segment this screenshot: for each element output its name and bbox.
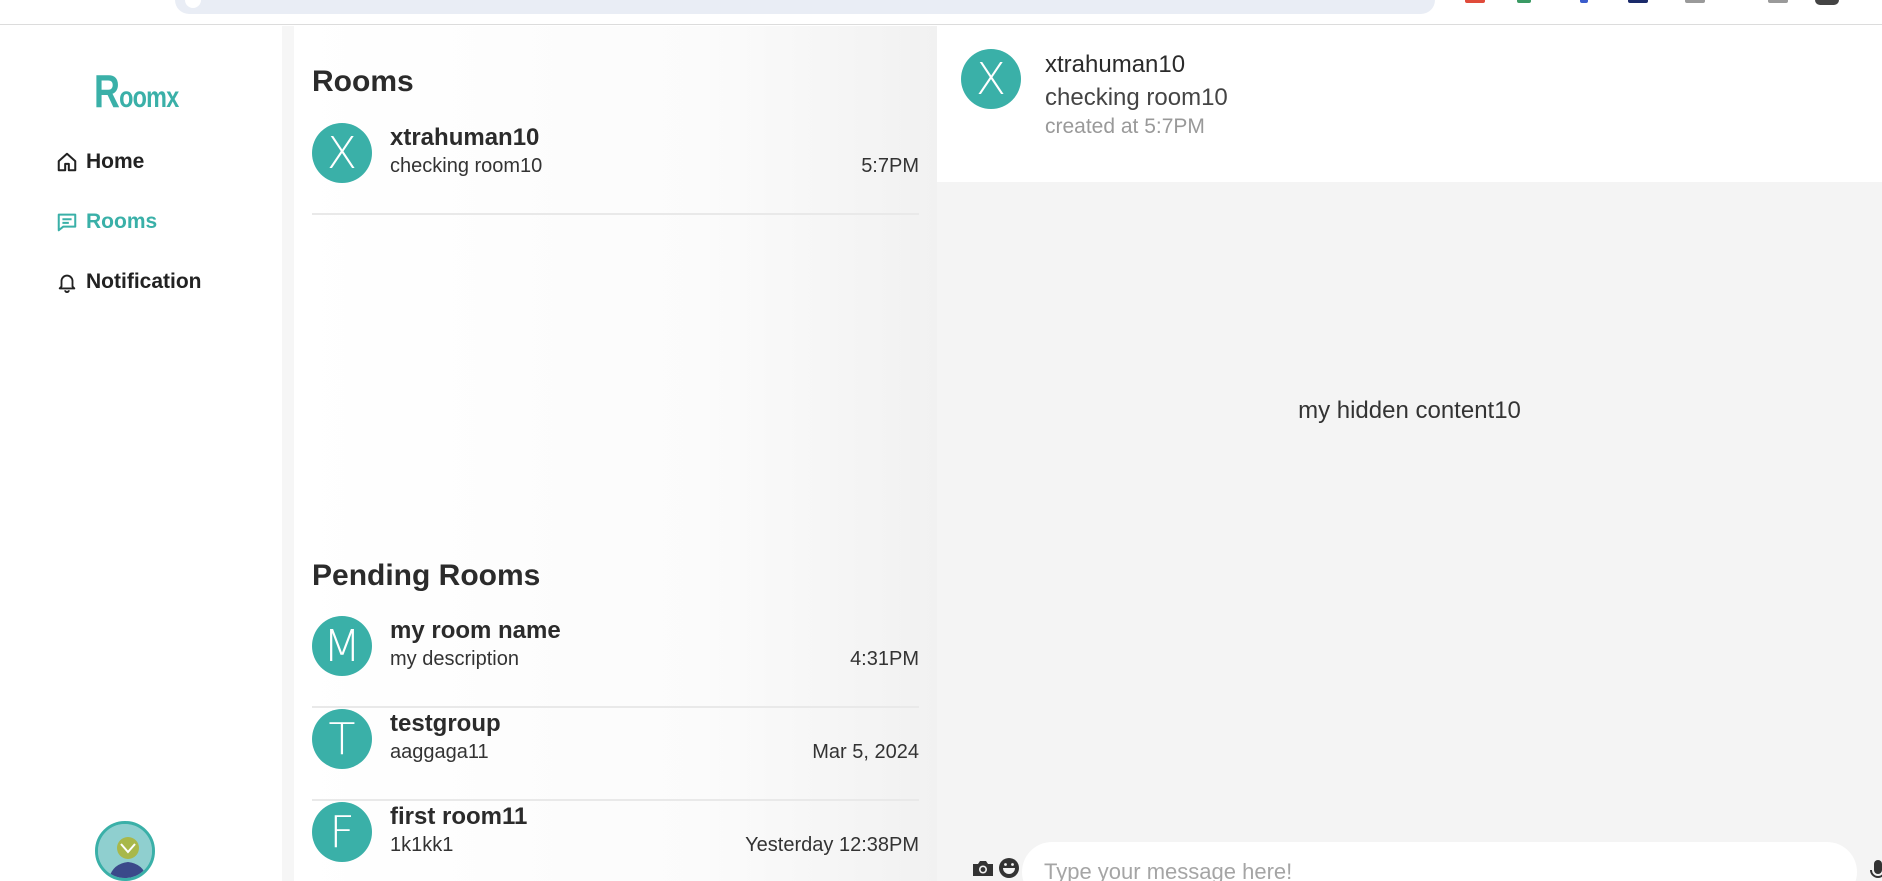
room-list-item[interactable]: X xtrahuman10 checking room10 5:7PM [312, 123, 919, 215]
chat-room-description: checking room10 [1045, 84, 1228, 111]
room-time: 5:7PM [861, 155, 919, 177]
camera-icon[interactable] [971, 856, 995, 880]
sidebar-item-label: Notification [86, 270, 202, 293]
extension-icon-green[interactable] [1517, 0, 1531, 3]
room-description: checking room10 [390, 155, 543, 177]
sidebar-item-rooms[interactable]: Rooms [56, 207, 157, 237]
pending-room-list-item[interactable]: F first room11 1k1kk1 Yesterday 12:38PM [312, 802, 919, 881]
sidebar-divider [282, 26, 294, 881]
sidebar-item-label: Rooms [86, 210, 158, 233]
logo-rest: oomx [119, 81, 179, 114]
microphone-icon[interactable] [1869, 858, 1882, 881]
chat-messages-area: my hidden content10 [937, 182, 1882, 806]
room-description: aaggaga11 [390, 741, 489, 763]
browser-toolbar [0, 0, 1882, 25]
chat-room-avatar: X [961, 49, 1021, 109]
extension-icon-gray[interactable] [1685, 0, 1705, 3]
extension-icon-blue[interactable] [1580, 0, 1588, 3]
room-avatar: M [312, 616, 372, 676]
room-time: Yesterday 12:38PM [745, 834, 919, 856]
chat-room-created-time: created at 5:7PM [1045, 115, 1205, 138]
site-info-icon[interactable] [185, 0, 201, 8]
pending-room-list-item[interactable]: T testgroup aaggaga11 Mar 5, 2024 [312, 709, 919, 801]
room-time: Mar 5, 2024 [812, 741, 919, 763]
composer-icons [971, 856, 1021, 880]
extension-icon-red[interactable] [1465, 0, 1485, 3]
address-bar[interactable] [175, 0, 1435, 14]
room-avatar: X [312, 123, 372, 183]
chat-room-title: xtrahuman10 [1045, 51, 1186, 78]
home-icon [57, 152, 77, 172]
message-input[interactable] [1022, 842, 1857, 881]
room-name: first room11 [390, 803, 528, 830]
room-name: testgroup [390, 710, 501, 737]
extension-icon-navy[interactable] [1628, 0, 1648, 3]
room-description: my description [390, 648, 519, 670]
app-logo[interactable]: Roomx [94, 64, 179, 118]
rooms-section-title: Rooms [312, 65, 414, 98]
bell-icon [58, 274, 76, 293]
pending-room-list-item[interactable]: M my room name my description 4:31PM [312, 616, 919, 708]
chat-header: X xtrahuman10 checking room10 created at… [937, 26, 1882, 182]
pending-rooms-section-title: Pending Rooms [312, 559, 541, 592]
room-name: my room name [390, 617, 561, 644]
extension-icon-gray-2[interactable] [1768, 0, 1788, 3]
room-description: 1k1kk1 [390, 834, 454, 856]
sidebar-item-home[interactable]: Home [56, 147, 144, 177]
rooms-list-panel: Rooms X xtrahuman10 checking room10 5:7P… [294, 26, 937, 881]
chat-icon [57, 213, 77, 232]
logo-initial: R [94, 65, 120, 117]
emoji-icon[interactable] [997, 856, 1021, 880]
room-name: xtrahuman10 [390, 124, 540, 151]
sidebar-item-label: Home [86, 150, 145, 173]
user-avatar[interactable] [95, 821, 155, 881]
room-time: 4:31PM [850, 648, 919, 670]
room-avatar: T [312, 709, 372, 769]
profile-icon[interactable] [1815, 0, 1839, 5]
room-avatar: F [312, 802, 372, 862]
hidden-content-text: my hidden content10 [1298, 397, 1521, 424]
chat-composer [937, 806, 1882, 881]
sidebar-item-notification[interactable]: Notification [56, 267, 202, 297]
